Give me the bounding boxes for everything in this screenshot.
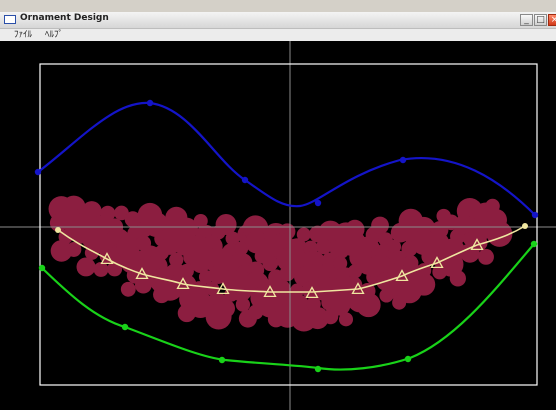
- app-icon: [4, 15, 16, 24]
- ornament-blob-91: [262, 255, 279, 272]
- ornament-blob-175: [449, 270, 466, 287]
- close-button[interactable]: ×: [548, 14, 556, 26]
- bottom-control-point-3[interactable]: [314, 365, 322, 373]
- guide-endpoint-end[interactable]: [522, 223, 528, 229]
- design-canvas[interactable]: [0, 41, 556, 410]
- ornament-blob-34: [134, 276, 152, 294]
- guide-endpoint-start[interactable]: [55, 227, 61, 233]
- ornament-blob-12: [76, 257, 96, 277]
- ornament-blob-165: [412, 273, 436, 296]
- bottom-control-point-5[interactable]: [530, 240, 538, 248]
- bottom-control-point-1[interactable]: [121, 323, 129, 331]
- title-bar[interactable]: Ornament Design _ □ ×: [0, 12, 556, 29]
- bottom-control-point-0[interactable]: [38, 264, 46, 272]
- menu-file[interactable]: ﾌｧｲﾙ: [14, 29, 32, 41]
- ornament-blob-28: [120, 281, 136, 297]
- ornament-blob-183: [478, 248, 494, 265]
- maximize-button[interactable]: □: [534, 14, 547, 26]
- bottom-control-point-4[interactable]: [404, 355, 412, 363]
- ornament-blob-74: [217, 299, 236, 318]
- bottom-control-point-2[interactable]: [218, 356, 226, 364]
- menu-help[interactable]: ﾍﾙﾌﾟ: [45, 29, 63, 41]
- top-control-point-5[interactable]: [531, 211, 539, 219]
- top-control-point-1[interactable]: [146, 99, 154, 107]
- ornament-drawing[interactable]: [0, 41, 556, 410]
- top-control-point-2[interactable]: [241, 176, 249, 184]
- top-control-point-3[interactable]: [314, 199, 322, 207]
- ornament-blob-118: [316, 238, 332, 255]
- ornament-blob-130: [338, 312, 354, 327]
- top-control-point-4[interactable]: [399, 156, 407, 164]
- app-window: Ornament Design _ □ × ﾌｧｲﾙ ﾍﾙﾌﾟ: [0, 0, 556, 410]
- minimize-button[interactable]: _: [520, 14, 533, 26]
- ornament-blob-17: [93, 261, 109, 277]
- ornament-blob-142: [356, 292, 381, 318]
- ornament-blob-143: [371, 216, 389, 235]
- top-control-point-0[interactable]: [34, 168, 42, 176]
- menu-bar: ﾌｧｲﾙ ﾍﾙﾌﾟ: [0, 29, 556, 41]
- window-title: Ornament Design: [20, 13, 109, 23]
